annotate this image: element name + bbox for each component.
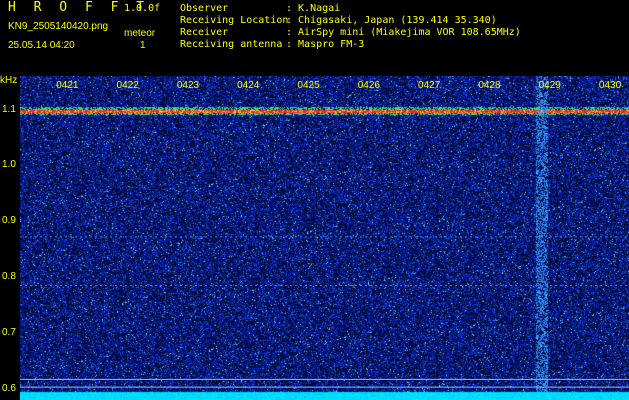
meteor-count: 1 [140,40,146,51]
location-value: : Chigasaki, Japan (139.414 35.340) [286,15,497,26]
x-tick-label: 0426 [357,80,380,91]
x-tick-label: 0423 [176,80,200,91]
x-tick-label: 0429 [538,80,561,91]
y-tick-label: 0.6 [2,382,16,394]
x-tick-label: 0428 [478,80,501,91]
y-tick-label: 0.7 [2,326,16,338]
x-tick-label: 0425 [297,80,320,91]
x-tick-label: 0430 [598,80,622,91]
location-label: Receiving Location [180,15,289,26]
antenna-label: Receiving antenna [180,39,283,50]
observer-label: Observer [180,3,229,14]
y-tick-label: 0.9 [2,215,16,227]
version-label: 1.0.0f [124,3,161,14]
antenna-value: : Maspro FM-3 [286,39,365,50]
x-tick-label: 0424 [237,80,260,91]
spectrogram-plot [20,76,629,400]
filename-label: KN9_2505140420.png [8,21,109,32]
y-tick-label: 1.0 [2,159,16,171]
y-axis-unit: kHz [0,75,18,86]
meteor-label: meteor [124,28,156,39]
x-tick-label: 0422 [116,80,139,91]
x-tick-label: 0427 [418,80,441,91]
datetime-label: 25.05.14 04:20 [8,40,75,51]
observer-value: : K.Nagai [286,3,341,14]
spectrogram-overlay [20,236,629,388]
receiver-value: : AirSpy mini (Miakejima VOR 108.65MHz) [286,27,521,38]
y-tick-label: 0.8 [2,271,16,283]
header-panel: H R O F F T 1.0.0f KN9_2505140420.png me… [0,0,629,76]
y-tick-label: 1.1 [2,103,16,115]
receiver-label: Receiver [180,27,229,38]
x-tick-label: 0421 [56,80,79,91]
